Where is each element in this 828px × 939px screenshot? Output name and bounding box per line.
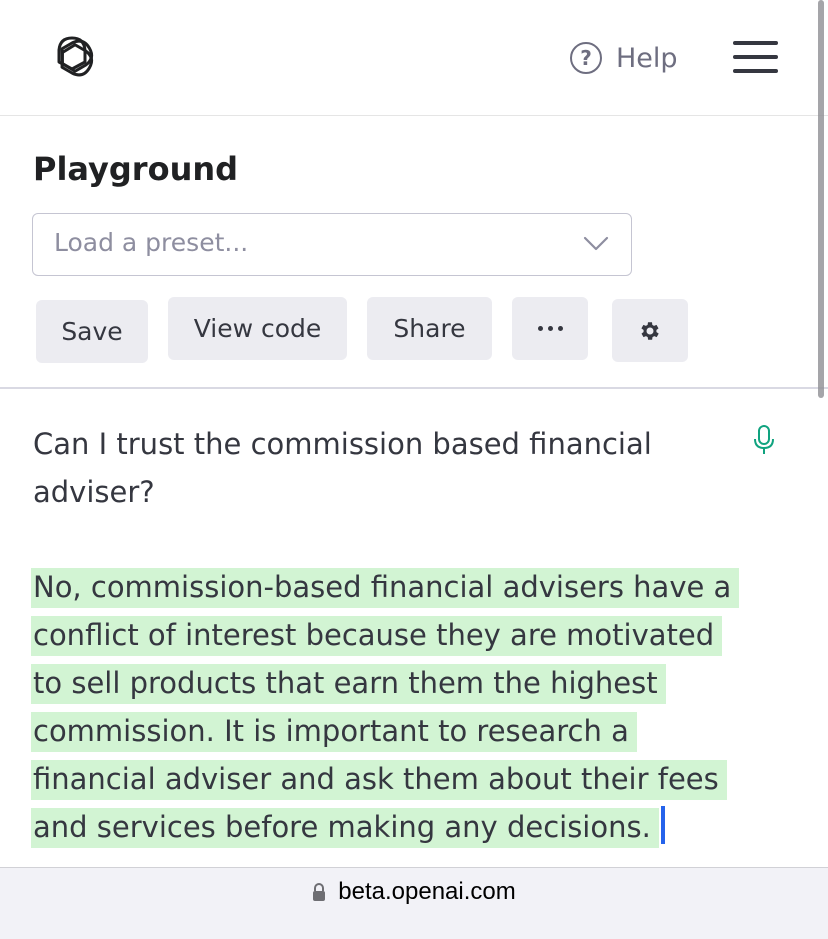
completion-line: commission. It is important to research … xyxy=(31,707,753,755)
top-navigation-bar: ? Help xyxy=(0,0,828,116)
help-link[interactable]: ? Help xyxy=(570,40,678,76)
preset-select[interactable]: Load a preset... xyxy=(32,213,632,276)
gear-icon xyxy=(641,321,659,340)
view-code-button[interactable]: View code xyxy=(168,297,347,360)
settings-button[interactable] xyxy=(612,299,688,362)
completion-line: No, commission-based financial advisers … xyxy=(31,563,753,611)
chevron-down-icon xyxy=(583,236,609,251)
page-title: Playground xyxy=(33,150,239,188)
scrollbar[interactable] xyxy=(818,0,824,398)
prompt-text[interactable]: Can I trust the commission based financi… xyxy=(33,420,733,516)
share-button[interactable]: Share xyxy=(367,297,492,360)
section-divider xyxy=(0,387,828,389)
completion-line: to sell products that earn them the high… xyxy=(31,659,753,707)
text-caret xyxy=(660,806,665,844)
lock-icon xyxy=(313,883,326,901)
openai-logo[interactable] xyxy=(46,32,98,84)
hamburger-menu-icon[interactable] xyxy=(733,41,778,73)
completion-line: and services before making any decisions… xyxy=(31,803,753,851)
help-label: Help xyxy=(616,42,678,74)
browser-address-bar[interactable]: beta.openai.com xyxy=(0,867,828,939)
completion-line: conflict of interest because they are mo… xyxy=(31,611,753,659)
help-icon: ? xyxy=(570,42,602,74)
more-dots-icon xyxy=(537,326,563,331)
completion-line: financial adviser and ask them about the… xyxy=(31,755,753,803)
prompt-line: adviser? xyxy=(33,475,155,509)
preset-placeholder: Load a preset... xyxy=(54,228,249,257)
url-text: beta.openai.com xyxy=(338,878,516,905)
save-button[interactable]: Save xyxy=(36,300,148,363)
more-options-button[interactable] xyxy=(512,297,588,360)
microphone-icon[interactable] xyxy=(752,424,776,456)
completion-text[interactable]: No, commission-based financial advisers … xyxy=(31,563,753,851)
prompt-line: Can I trust the commission based financi… xyxy=(33,427,652,461)
